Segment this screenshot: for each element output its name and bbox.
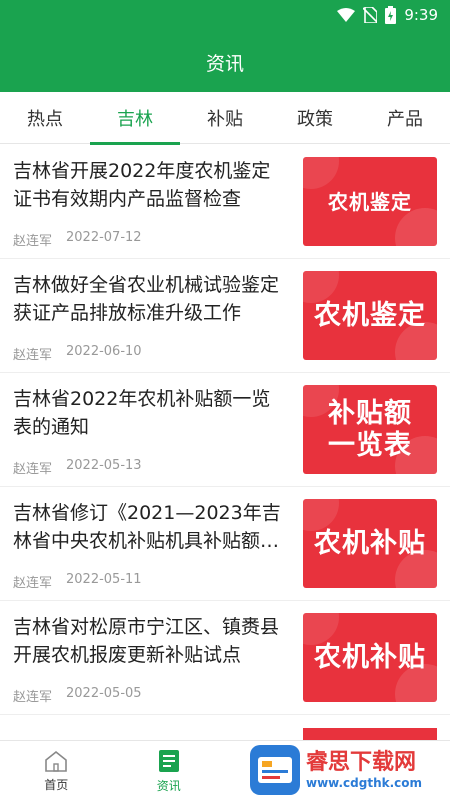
thumbnail-text: 补贴额 一览表 bbox=[328, 397, 412, 461]
article-date: 2022-05-13 bbox=[66, 458, 142, 473]
watermark-logo-icon bbox=[250, 745, 300, 795]
thumbnail-text: 农机鉴定 bbox=[328, 189, 412, 214]
article-date: 2022-05-11 bbox=[66, 572, 142, 587]
list-item-partial[interactable] bbox=[0, 728, 450, 740]
watermark-title: 睿思下载网 bbox=[306, 750, 417, 775]
watermark-url: www.cdgthk.com bbox=[306, 776, 423, 790]
wifi-icon bbox=[337, 8, 356, 22]
list-item[interactable]: 吉林省2022年农机补贴额一览表的通知 赵连军 2022-05-13 补贴额 一… bbox=[0, 373, 450, 487]
article-meta: 赵连军 2022-05-05 bbox=[13, 686, 142, 705]
category-tabs: 热点 吉林 补贴 政策 产品 bbox=[0, 92, 450, 145]
no-sim-icon bbox=[363, 7, 378, 23]
article-thumbnail bbox=[303, 728, 437, 740]
article-title: 吉林省修订《2021—2023年吉林省中央农机补贴机具补贴额一览表》 bbox=[13, 502, 281, 552]
tab-jilin[interactable]: 吉林 bbox=[90, 92, 180, 145]
article-title: 吉林做好全省农业机械试验鉴定获证产品排放标准升级工作 bbox=[13, 274, 280, 324]
nav-home-label: 首页 bbox=[44, 777, 69, 792]
list-item[interactable]: 吉林省对松原市宁江区、镇赉县开展农机报废更新补贴试点 赵连军 2022-05-0… bbox=[0, 601, 450, 715]
watermark-texts: 睿思下载网 www.cdgthk.com bbox=[306, 750, 422, 790]
tab-policy[interactable]: 政策 bbox=[270, 92, 360, 144]
thumbnail-text: 农机补贴 bbox=[314, 527, 426, 559]
article-meta: 赵连军 2022-06-10 bbox=[13, 344, 142, 363]
article-meta: 赵连军 2022-05-13 bbox=[13, 458, 142, 477]
page-title: 资讯 bbox=[205, 52, 244, 75]
article-date: 2022-06-10 bbox=[66, 344, 142, 359]
news-icon bbox=[158, 749, 179, 772]
article-author: 赵连军 bbox=[13, 576, 53, 591]
thumbnail-text: 农机鉴定 bbox=[314, 299, 426, 331]
nav-news[interactable]: 资讯 bbox=[113, 741, 226, 800]
status-icons: 9:39 bbox=[337, 6, 438, 24]
article-title: 吉林省对松原市宁江区、镇赉县开展农机报废更新补贴试点 bbox=[13, 616, 280, 666]
article-thumbnail: 农机补贴 bbox=[303, 499, 437, 588]
nav-home[interactable]: 首页 bbox=[0, 741, 113, 800]
home-icon bbox=[45, 750, 68, 772]
article-date: 2022-05-05 bbox=[66, 686, 142, 701]
status-bar: 9:39 bbox=[0, 0, 450, 32]
app-bar: 资讯 bbox=[0, 32, 450, 92]
article-meta: 赵连军 2022-07-12 bbox=[13, 230, 142, 249]
status-time: 9:39 bbox=[404, 6, 438, 24]
nav-news-label: 资讯 bbox=[156, 778, 181, 793]
article-date: 2022-07-12 bbox=[66, 230, 142, 245]
article-thumbnail: 农机补贴 bbox=[303, 613, 437, 702]
list-item[interactable]: 吉林做好全省农业机械试验鉴定获证产品排放标准升级工作 赵连军 2022-06-1… bbox=[0, 259, 450, 373]
article-author: 赵连军 bbox=[13, 348, 53, 363]
tab-product[interactable]: 产品 bbox=[360, 92, 450, 144]
article-thumbnail: 农机鉴定 bbox=[303, 271, 437, 360]
article-thumbnail: 补贴额 一览表 bbox=[303, 385, 437, 474]
list-item[interactable]: 吉林省开展2022年度农机鉴定证书有效期内产品监督检查 赵连军 2022-07-… bbox=[0, 145, 450, 259]
tab-hot[interactable]: 热点 bbox=[0, 92, 90, 144]
battery-charging-icon bbox=[385, 6, 397, 24]
article-author: 赵连军 bbox=[13, 690, 53, 705]
thumbnail-text: 农机补贴 bbox=[314, 641, 426, 673]
article-author: 赵连军 bbox=[13, 462, 53, 477]
tab-subsidy[interactable]: 补贴 bbox=[180, 92, 270, 144]
article-list: 吉林省开展2022年度农机鉴定证书有效期内产品监督检查 赵连军 2022-07-… bbox=[0, 145, 450, 734]
article-thumbnail: 农机鉴定 bbox=[303, 157, 437, 246]
list-item[interactable]: 吉林省修订《2021—2023年吉林省中央农机补贴机具补贴额一览表》 赵连军 2… bbox=[0, 487, 450, 601]
article-title: 吉林省2022年农机补贴额一览表的通知 bbox=[13, 388, 271, 438]
watermark: 睿思下载网 www.cdgthk.com bbox=[250, 742, 450, 798]
article-author: 赵连军 bbox=[13, 234, 53, 249]
article-meta: 赵连军 2022-05-11 bbox=[13, 572, 142, 591]
article-title: 吉林省开展2022年度农机鉴定证书有效期内产品监督检查 bbox=[13, 160, 271, 210]
